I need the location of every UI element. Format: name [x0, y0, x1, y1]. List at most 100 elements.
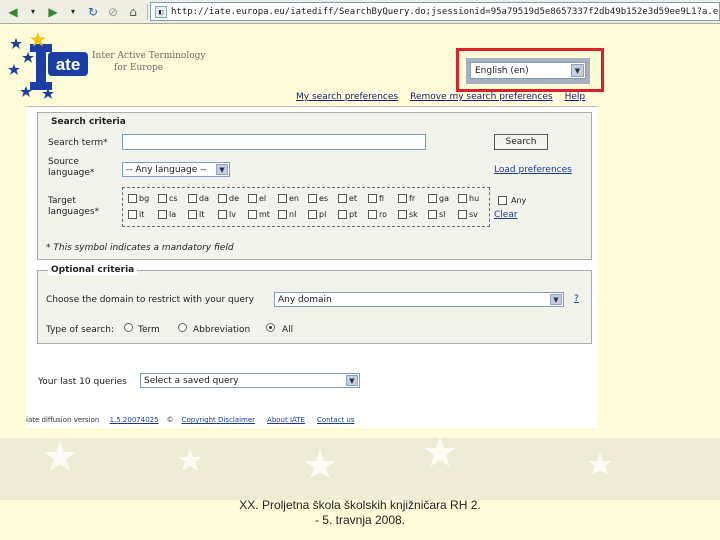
mandatory-note: * This symbol indicates a mandatory fiel…	[46, 243, 234, 253]
back-icon[interactable]: ◀	[4, 3, 22, 21]
checkbox[interactable]	[428, 210, 437, 219]
load-preferences-link[interactable]: Load preferences	[494, 165, 572, 175]
lang-checkbox-bg[interactable]: bg	[128, 194, 149, 203]
checkbox[interactable]	[128, 210, 137, 219]
forward-icon[interactable]: ▶	[44, 3, 62, 21]
checkbox[interactable]	[158, 194, 167, 203]
lang-checkbox-da[interactable]: da	[188, 194, 209, 203]
search-button[interactable]: Search	[494, 134, 548, 150]
language-select-value: English (en)	[475, 65, 529, 76]
checkbox[interactable]	[398, 210, 407, 219]
chevron-down-icon[interactable]: ▼	[216, 164, 228, 175]
checkbox[interactable]	[308, 210, 317, 219]
lang-checkbox-el[interactable]: el	[248, 194, 266, 203]
remove-search-preferences-link[interactable]: Remove my search preferences	[410, 92, 552, 102]
search-term-label: Search term*	[48, 138, 108, 148]
checkbox[interactable]	[368, 210, 377, 219]
logo-star	[22, 52, 34, 63]
lang-checkbox-sl[interactable]: sl	[428, 210, 445, 219]
checkbox[interactable]	[368, 194, 377, 203]
contact-link[interactable]: Contact us	[317, 416, 355, 424]
source-language-select[interactable]: -- Any language -- ▼	[122, 162, 230, 177]
chevron-down-icon[interactable]: ▼	[346, 375, 358, 386]
checkbox[interactable]	[398, 194, 407, 203]
lang-checkbox-mt[interactable]: mt	[248, 210, 270, 219]
search-type-all-radio[interactable]	[266, 323, 275, 332]
optional-criteria-box	[37, 270, 592, 344]
lang-checkbox-en[interactable]: en	[278, 194, 299, 203]
language-select[interactable]: English (en) ▼	[470, 62, 586, 79]
lang-checkbox-et[interactable]: et	[338, 194, 357, 203]
checkbox[interactable]	[498, 196, 507, 205]
checkbox[interactable]	[128, 194, 137, 203]
caption-line-1: XX. Proljetna škola školskih knjižničara…	[239, 498, 481, 512]
checkbox[interactable]	[158, 210, 167, 219]
lang-checkbox-fr[interactable]: fr	[398, 194, 415, 203]
slide-decoration	[0, 436, 720, 500]
search-type-abbreviation-label: Abbreviation	[193, 325, 251, 335]
logo-line-2: for Europe	[114, 63, 164, 73]
lang-checkbox-nl[interactable]: nl	[278, 210, 296, 219]
lang-checkbox-hu[interactable]: hu	[458, 194, 479, 203]
lang-checkbox-lv[interactable]: lv	[218, 210, 236, 219]
iate-logo: ate	[8, 32, 88, 99]
search-type-abbreviation-radio[interactable]	[178, 323, 187, 332]
any-language-checkbox[interactable]: Any	[498, 196, 526, 205]
checkbox[interactable]	[278, 210, 287, 219]
lang-checkbox-es[interactable]: es	[308, 194, 328, 203]
lang-checkbox-cs[interactable]: cs	[158, 194, 178, 203]
checkbox[interactable]	[308, 194, 317, 203]
lang-checkbox-pt[interactable]: pt	[338, 210, 357, 219]
checkbox[interactable]	[278, 194, 287, 203]
search-type-label: Type of search:	[46, 325, 114, 335]
checkbox[interactable]	[458, 210, 467, 219]
saved-query-select[interactable]: Select a saved query ▼	[140, 373, 360, 388]
lang-checkbox-lt[interactable]: lt	[188, 210, 204, 219]
domain-label: Choose the domain to restrict with your …	[46, 295, 255, 305]
checkbox[interactable]	[248, 194, 257, 203]
checkbox[interactable]	[188, 210, 197, 219]
clear-languages-link[interactable]: Clear	[494, 210, 518, 220]
lang-checkbox-pl[interactable]: pl	[308, 210, 326, 219]
dropdown-icon[interactable]: ▾	[64, 3, 82, 21]
lang-checkbox-sv[interactable]: sv	[458, 210, 478, 219]
checkbox[interactable]	[428, 194, 437, 203]
checkbox[interactable]	[218, 194, 227, 203]
domain-help-link[interactable]: ?	[574, 294, 579, 304]
refresh-icon[interactable]: ↻	[84, 3, 102, 21]
search-term-input[interactable]	[122, 134, 426, 150]
about-link[interactable]: About IATE	[267, 416, 305, 424]
stop-icon[interactable]: ⊘	[104, 3, 122, 21]
my-search-preferences-link[interactable]: My search preferences	[296, 92, 398, 102]
home-icon[interactable]: ⌂	[124, 3, 142, 21]
last-queries-label: Your last 10 queries	[38, 377, 127, 387]
copyright-link[interactable]: Copyright Disclaimer	[182, 416, 255, 424]
domain-select-value: Any domain	[278, 294, 332, 305]
slide-caption: XX. Proljetna škola školskih knjižničara…	[0, 498, 720, 528]
checkbox[interactable]	[188, 194, 197, 203]
address-bar[interactable]: ◧ http://iate.europa.eu/iatediff/SearchB…	[150, 2, 720, 21]
checkbox[interactable]	[248, 210, 257, 219]
chevron-down-icon[interactable]: ▼	[550, 294, 562, 305]
dropdown-icon[interactable]: ▾	[24, 3, 42, 21]
lang-checkbox-it[interactable]: it	[128, 210, 144, 219]
target-languages-group	[122, 187, 490, 227]
lang-checkbox-de[interactable]: de	[218, 194, 239, 203]
domain-select[interactable]: Any domain ▼	[274, 292, 564, 307]
lang-checkbox-ro[interactable]: ro	[368, 210, 387, 219]
version-link[interactable]: 1.5.20074025	[110, 416, 159, 424]
lang-checkbox-ga[interactable]: ga	[428, 194, 449, 203]
checkbox[interactable]	[338, 194, 347, 203]
search-type-term-radio[interactable]	[124, 323, 133, 332]
checkbox[interactable]	[218, 210, 227, 219]
checkbox[interactable]	[338, 210, 347, 219]
logo-badge-text: ate	[56, 55, 81, 74]
checkbox[interactable]	[458, 194, 467, 203]
lang-checkbox-fi[interactable]: fi	[368, 194, 384, 203]
lang-checkbox-sk[interactable]: sk	[398, 210, 418, 219]
help-link[interactable]: Help	[565, 92, 586, 102]
chevron-down-icon[interactable]: ▼	[571, 64, 584, 77]
address-url: http://iate.europa.eu/iatediff/SearchByQ…	[171, 6, 719, 17]
lang-checkbox-la[interactable]: la	[158, 210, 176, 219]
source-language-value: -- Any language --	[126, 164, 207, 175]
